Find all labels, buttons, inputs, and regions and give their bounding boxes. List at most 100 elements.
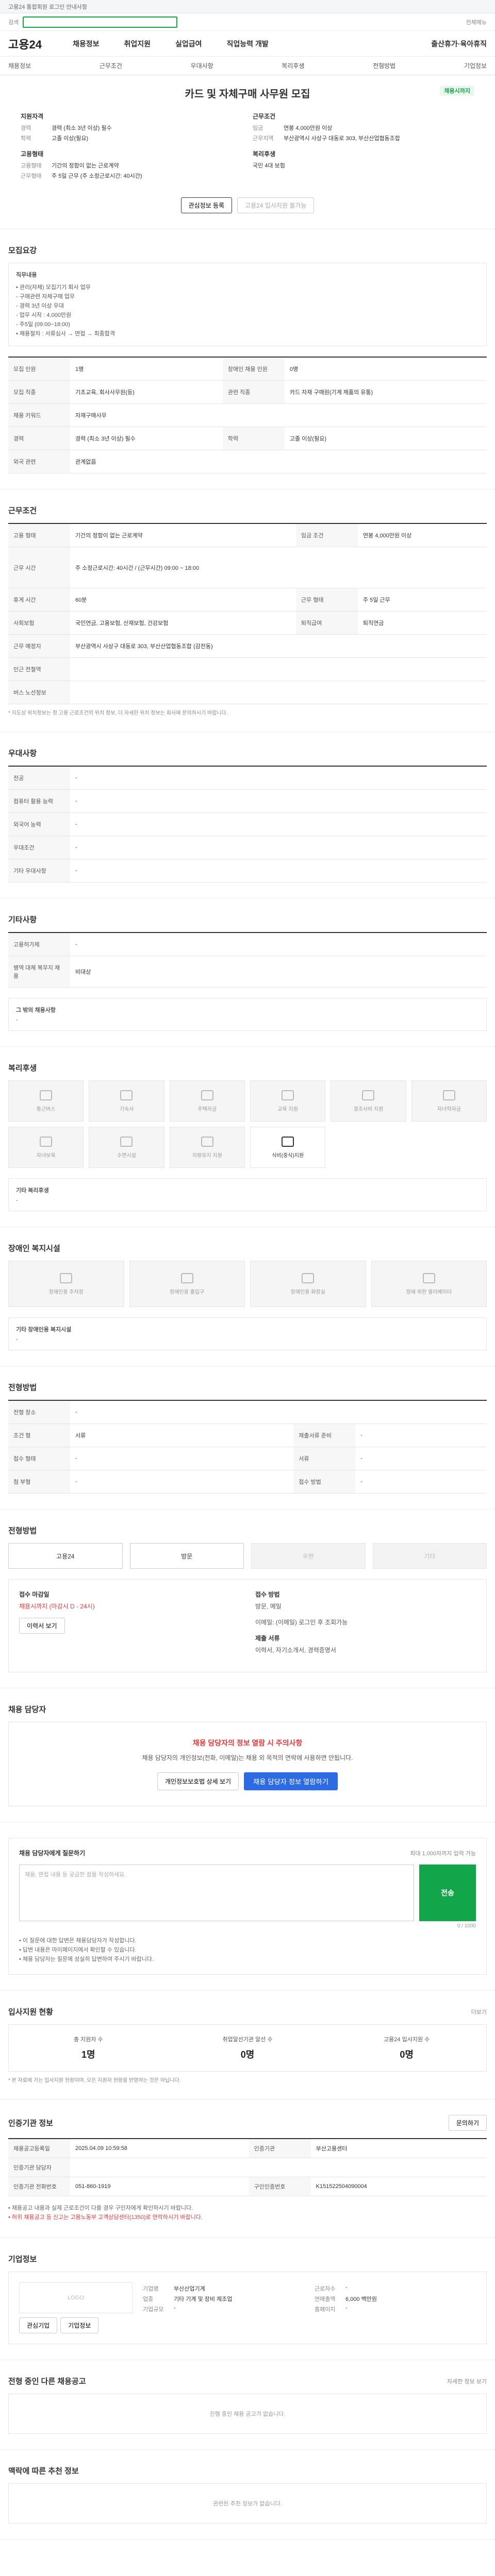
gnb-item-leave[interactable]: 출산휴가·육아휴직 bbox=[431, 39, 487, 49]
welfare-grid: 통근버스 기숙사 주택자금 교육 지원 경조사비 지원 자녀학자금 자녀보육 수… bbox=[8, 1080, 487, 1168]
disabled-grid: 장애인용 주차장 장애인용 출입구 장애인용 화장실 장애 위한 엘리베이터 bbox=[8, 1261, 487, 1307]
table-key: 고용 형태 bbox=[8, 523, 70, 547]
welfare-item: 교육 지원 bbox=[250, 1080, 326, 1122]
company-section: 기업정보 LOGO 관심기업 기업정보 기업명 부산산업기계 업종 기타 기계 및 … bbox=[0, 2238, 495, 2360]
tab-company[interactable]: 기업정보 bbox=[464, 61, 487, 70]
table-key: 구인인증번호 bbox=[249, 2177, 311, 2196]
other-posts-more-link[interactable]: 자세한 정보 보기 bbox=[447, 2377, 487, 2385]
stat-label: 총 지원자 수 bbox=[73, 2037, 103, 2043]
recruit-table: 모집 인원 1명 장애인 채용 인원 0명 모집 직종 기초교육, 회사사무원(등) 관련… bbox=[8, 357, 487, 473]
company-key: 업종 bbox=[143, 2296, 154, 2302]
section-title: 전형 중인 다른 채용공고 bbox=[8, 2377, 86, 2386]
agency-inquiry-button[interactable]: 문의하기 bbox=[448, 2115, 487, 2131]
summary-heading: 지원자격 bbox=[21, 113, 44, 120]
prefer-table: 전공 - 컴퓨터 활용 능력 - 외국어 능력 - 우대조건 - 기타 우대사항 - bbox=[8, 766, 487, 883]
gnb-item-jobs[interactable]: 채용정보 bbox=[73, 39, 100, 49]
bookmark-button[interactable]: 관심정보 등록 bbox=[180, 197, 233, 213]
company-key: 근로자수 bbox=[315, 2286, 336, 2292]
welfare-item: 자녀보육 bbox=[8, 1127, 84, 1168]
summary-heading: 고용형태 bbox=[21, 150, 44, 158]
resume-view-button[interactable]: 이력서 보기 bbox=[19, 1618, 65, 1634]
table-key: 관련 직종 bbox=[222, 380, 285, 404]
section-title: 기타사항 bbox=[8, 916, 37, 924]
other-etc-label: 그 밖의 채용사항 bbox=[16, 1007, 56, 1013]
table-value bbox=[70, 681, 487, 704]
inquiry-title: 채용 담당자에게 질문하기 bbox=[19, 1850, 86, 1857]
table-key: 우대조건 bbox=[8, 836, 70, 859]
table-value: 국민연금, 고용보험, 산재보험, 건강보험 bbox=[70, 611, 296, 635]
tab-conditions[interactable]: 근무조건 bbox=[100, 61, 122, 70]
apply-method-value: 방문, 메일 bbox=[255, 1603, 282, 1610]
gnb-item-support[interactable]: 취업지원 bbox=[124, 39, 151, 49]
company-value: 부산산업기계 bbox=[174, 2286, 205, 2292]
tab-prefer[interactable]: 우대사항 bbox=[191, 61, 213, 70]
company-info-button[interactable]: 기업정보 bbox=[60, 2317, 99, 2333]
table-key: 전형 장소 bbox=[8, 1400, 70, 1424]
all-menu-link[interactable]: 전체메뉴 bbox=[466, 18, 487, 26]
table-key: 근무 예정지 bbox=[8, 634, 70, 658]
stat-value: 0명 bbox=[240, 2049, 255, 2060]
method-visit[interactable]: 방문 bbox=[129, 1543, 244, 1569]
section-title: 전형방법 bbox=[8, 1383, 37, 1392]
applicants-more-link[interactable]: 더보기 bbox=[471, 2008, 487, 2016]
table-key: 경력 bbox=[8, 427, 70, 450]
applicants-footnote: * 본 자료에 가는 입사지원 현황이며, 모든 지원자 현황을 반영하는 것은… bbox=[8, 2078, 181, 2083]
stat-agency: 취업알선기관 알선 수 0명 bbox=[168, 2035, 327, 2061]
stat-label: 고용24 입사지원 수 bbox=[384, 2037, 430, 2043]
tab-process[interactable]: 전형방법 bbox=[373, 61, 395, 70]
summary-heading: 근무조건 bbox=[253, 113, 276, 120]
welfare-item: 자녀학자금 bbox=[411, 1080, 487, 1122]
prefer-section: 우대사항 전공 - 컴퓨터 활용 능력 - 외국어 능력 - 우대조건 - 기타 우대사… bbox=[0, 732, 495, 899]
tab-recruit[interactable]: 채용정보 bbox=[8, 61, 31, 70]
table-value: 기초교육, 회사사무원(등) bbox=[70, 380, 223, 404]
gnb-item-benefit[interactable]: 실업급여 bbox=[175, 39, 202, 49]
company-key: 연매출액 bbox=[315, 2296, 336, 2302]
summary-left: 지원자격 경력 경력 (최소 3년 이상) 필수 학력 고졸 이상(필요) 고용형태… bbox=[21, 112, 242, 182]
summary-value: 국민 4대 보험 bbox=[253, 163, 285, 169]
welfare-label: 통근버스 bbox=[36, 1106, 56, 1112]
site-logo[interactable]: 고용24 bbox=[8, 36, 42, 52]
welfare-label: 주택자금 bbox=[197, 1106, 217, 1112]
table-key: 휴게 시간 bbox=[8, 588, 70, 612]
table-row: 휴게 시간 60분 근무 형태 주 5일 근무 bbox=[8, 588, 487, 612]
inquiry-textarea[interactable]: 채용, 면접 내용 등 궁금한 점을 작성하세요. bbox=[19, 1865, 414, 1921]
summary-key: 임금 bbox=[253, 125, 263, 131]
table-value: - bbox=[355, 1470, 487, 1494]
table-row: 기타 우대사항 - bbox=[8, 859, 487, 883]
job-description-line: • 관리(자체) 모집기기 회사 업무 bbox=[16, 284, 91, 291]
section-tabs: 채용정보 근무조건 우대사항 복리후생 전형방법 기업정보 bbox=[0, 57, 495, 75]
inquiry-send-button[interactable]: 전송 bbox=[419, 1865, 476, 1921]
book-icon bbox=[282, 1090, 294, 1100]
table-row: 고용 형태 기간의 정함이 없는 근로계약 임금 조건 연봉 4,000만원 이상 bbox=[8, 523, 487, 547]
conditions-section: 근무조건 고용 형태 기간의 정함이 없는 근로계약 임금 조건 연봉 4,000만원… bbox=[0, 489, 495, 732]
table-value: 0명 bbox=[284, 357, 487, 381]
stat-label: 취업알선기관 알선 수 bbox=[222, 2037, 273, 2043]
table-row: 외국 관련 관계없음 bbox=[8, 450, 487, 473]
section-title: 인증기관 정보 bbox=[8, 2119, 53, 2128]
section-title: 맥락에 따른 추천 정보 bbox=[8, 2467, 79, 2476]
search-input[interactable] bbox=[23, 16, 178, 28]
company-row: 기업명 부산산업기계 bbox=[143, 2284, 304, 2293]
table-key: 컴퓨터 활용 능력 bbox=[8, 789, 70, 813]
method-online[interactable]: 고용24 bbox=[8, 1543, 123, 1569]
job-description-line: • 채용절차 : 서류심사 → 면접 → 최종합격 bbox=[16, 331, 115, 337]
apply-unavailable-button[interactable]: 고용24 입사지원 불가능 bbox=[237, 197, 315, 213]
disabled-section: 장애인 복지시설 장애인용 주차장 장애인용 출입구 장애인용 화장실 장애 위… bbox=[0, 1227, 495, 1366]
favorite-company-button[interactable]: 관심기업 bbox=[19, 2317, 58, 2333]
section-title: 장애인 복지시설 bbox=[8, 1244, 60, 1253]
table-value: 051-860-1919 bbox=[70, 2177, 249, 2196]
section-title: 채용 담당자 bbox=[8, 1705, 46, 1714]
tab-welfare[interactable]: 복리후생 bbox=[282, 61, 304, 70]
welfare-label: 자녀보육 bbox=[36, 1153, 56, 1159]
table-row: 사회보험 국민연금, 고용보험, 산재보험, 건강보험 퇴직급여 퇴직연금 bbox=[8, 611, 487, 635]
privacy-detail-button[interactable]: 개인정보보호법 상세 보기 bbox=[157, 1772, 239, 1790]
stat-total: 총 지원자 수 1명 bbox=[9, 2035, 168, 2061]
apply-method-label: 접수 방법 bbox=[255, 1591, 280, 1598]
agency-section: 인증기관 정보 문의하기 채용공고등록일 2025.04.09 10:59:58 인… bbox=[0, 2099, 495, 2238]
inquiry-bullet: • 이 질문에 대한 답변은 채용담당자가 작성합니다. bbox=[19, 1938, 137, 1944]
disabled-label: 장애인용 화장실 bbox=[290, 1289, 325, 1295]
inquiry-counter: 0 / 1000 bbox=[457, 1923, 476, 1929]
gnb-item-training[interactable]: 직업능력 개발 bbox=[227, 39, 269, 49]
view-manager-button[interactable]: 채용 담당자 정보 열람하기 bbox=[244, 1772, 338, 1790]
company-row: 기업규모 - bbox=[143, 2305, 304, 2313]
